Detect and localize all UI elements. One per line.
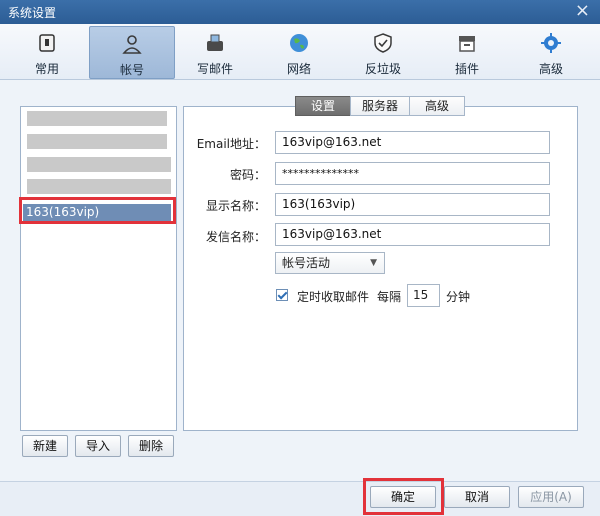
interval-unit-label: 分钟 — [446, 290, 471, 304]
tab-compose-label: 写邮件 — [196, 62, 233, 76]
email-field[interactable]: 163vip@163.net — [275, 131, 550, 154]
tab-antispam-label: 反垃圾 — [364, 62, 401, 76]
dialog-footer — [0, 481, 600, 516]
tab-advanced[interactable]: 高级 — [509, 26, 593, 77]
account-item-blurred[interactable] — [27, 111, 167, 126]
gear-icon — [541, 33, 561, 53]
window-title: 系统设置 — [8, 6, 57, 20]
tab-network-label: 网络 — [286, 62, 311, 76]
auto-fetch-label: 定时收取邮件 — [297, 290, 370, 304]
account-item-blurred[interactable] — [27, 179, 171, 194]
account-item-blurred[interactable] — [27, 134, 167, 149]
highlight-box-ok — [363, 478, 444, 515]
tab-general[interactable]: 常用 — [5, 26, 89, 77]
tab-antispam[interactable]: 反垃圾 — [341, 26, 425, 77]
globe-icon — [290, 34, 308, 52]
tab-compose[interactable]: 写邮件 — [173, 26, 257, 77]
user-icon — [122, 35, 142, 54]
tab-advanced-label: 高级 — [538, 62, 563, 76]
tab-server[interactable]: 服务器 — [350, 96, 410, 116]
general-icon — [39, 34, 55, 52]
sender-name-field[interactable]: 163vip@163.net — [275, 223, 550, 246]
plugin-icon — [459, 36, 475, 52]
password-field[interactable]: ************** — [275, 162, 550, 185]
account-status-value: 帐号活动 — [282, 256, 331, 270]
interval-input[interactable]: 15 — [407, 284, 440, 307]
tab-advanced-sub[interactable]: 高级 — [409, 96, 465, 116]
password-label: 密码： — [229, 168, 266, 182]
settings-toolbar: 常用 帐号 写邮件 网络 反垃圾 插件 高级 — [0, 24, 600, 80]
tab-settings[interactable]: 设置 — [295, 96, 351, 116]
tab-plugins[interactable]: 插件 — [425, 26, 509, 77]
account-list[interactable]: 163(163vip) — [20, 106, 177, 431]
display-name-label: 显示名称： — [205, 199, 266, 213]
email-label: Email地址： — [196, 137, 266, 151]
title-bar: 系统设置 × — [0, 0, 600, 24]
sender-name-label: 发信名称： — [205, 230, 266, 244]
tab-account-label: 帐号 — [119, 63, 144, 77]
account-status-select[interactable]: 帐号活动 ▼ — [275, 252, 385, 274]
interval-prefix-label: 每隔 — [377, 290, 402, 304]
apply-button[interactable]: 应用(A) — [518, 486, 584, 508]
tab-plugins-label: 插件 — [454, 62, 479, 76]
tab-account[interactable]: 帐号 — [89, 26, 175, 79]
close-icon[interactable]: × — [575, 1, 590, 21]
import-button[interactable]: 导入 — [75, 435, 121, 457]
highlight-box-account — [19, 197, 176, 224]
delete-button[interactable]: 删除 — [128, 435, 174, 457]
new-account-button[interactable]: 新建 — [22, 435, 68, 457]
account-item-blurred[interactable] — [27, 157, 171, 172]
tab-network[interactable]: 网络 — [257, 26, 341, 77]
chevron-down-icon: ▼ — [370, 258, 377, 268]
cancel-button[interactable]: 取消 — [444, 486, 510, 508]
display-name-field[interactable]: 163(163vip) — [275, 193, 550, 216]
tab-general-label: 常用 — [34, 62, 59, 76]
shield-icon — [374, 33, 392, 53]
auto-fetch-checkbox[interactable] — [276, 289, 288, 301]
write-mail-icon — [207, 34, 223, 51]
settings-window: 系统设置 × 常用 帐号 写邮件 网络 反垃圾 插件 高级 163(163vip… — [0, 0, 600, 516]
